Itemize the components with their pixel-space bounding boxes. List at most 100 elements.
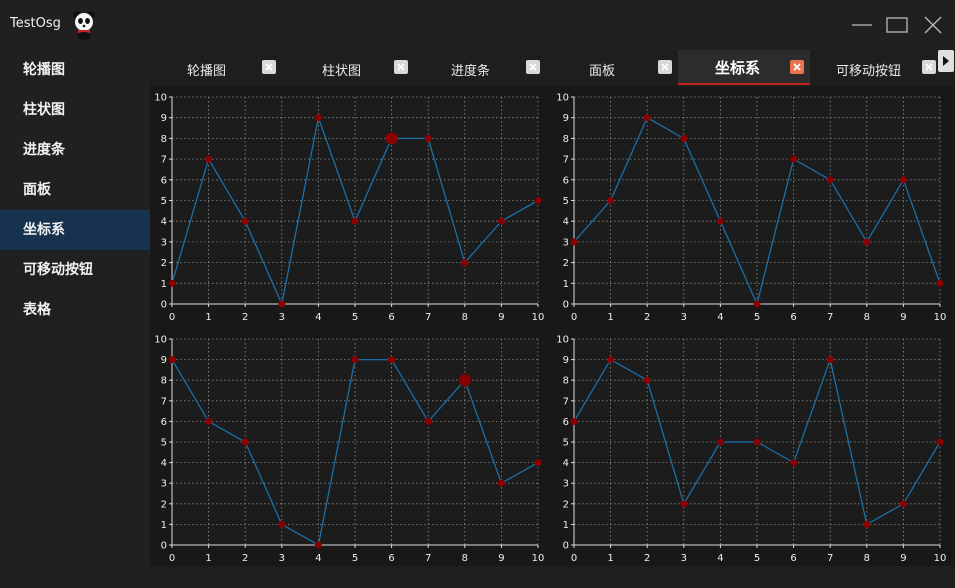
data-point xyxy=(607,356,615,364)
data-point xyxy=(716,438,724,446)
data-point xyxy=(680,134,688,142)
maximize-icon[interactable] xyxy=(886,14,908,36)
y-tick-label: 10 xyxy=(556,93,569,104)
x-tick-label: 8 xyxy=(864,312,870,323)
tab-label: 坐标系 xyxy=(715,59,761,77)
data-point xyxy=(351,217,359,225)
sidebar-item-panel[interactable]: 面板 xyxy=(0,170,150,210)
data-point xyxy=(790,459,798,467)
x-tick-label: 9 xyxy=(498,312,504,323)
x-tick-label: 10 xyxy=(532,312,545,323)
x-tick-label: 2 xyxy=(242,553,248,564)
data-point xyxy=(461,259,469,267)
close-icon[interactable] xyxy=(790,60,804,74)
data-point xyxy=(314,541,322,549)
data-point xyxy=(570,417,578,425)
minimize-icon[interactable] xyxy=(851,14,873,36)
x-tick-label: 2 xyxy=(644,553,650,564)
tab-bar: 轮播图 柱状图 进度条 面板 坐标系 可移动按钮 xyxy=(150,50,955,86)
tab-carousel[interactable]: 轮播图 xyxy=(150,50,282,83)
tab-movable-button[interactable]: 可移动按钮 xyxy=(810,50,936,83)
x-tick-label: 10 xyxy=(934,312,947,323)
plot-area xyxy=(172,97,538,304)
y-tick-label: 3 xyxy=(563,237,569,248)
y-tick-label: 0 xyxy=(563,300,569,311)
tab-label: 柱状图 xyxy=(322,64,362,79)
tab-label: 面板 xyxy=(589,64,616,79)
line-chart-4: 0 1 2 3 4 5 6 7 8 9 10 0 1 2 3 4 5 6 7 8 9 10 xyxy=(556,335,946,565)
plot-area xyxy=(574,97,940,304)
data-point xyxy=(205,155,213,163)
plot-area xyxy=(172,339,538,545)
y-tick-label: 6 xyxy=(161,417,167,428)
y-tick-label: 3 xyxy=(161,479,167,490)
close-icon[interactable] xyxy=(922,60,936,74)
line-chart-2: 0 1 2 3 4 5 6 7 8 9 10 0 1 2 3 4 5 6 7 8 9 10 xyxy=(556,93,946,324)
close-icon[interactable] xyxy=(262,60,276,74)
data-point xyxy=(388,356,396,364)
sidebar-item-progress-bar[interactable]: 进度条 xyxy=(0,130,150,170)
sidebar-item-table[interactable]: 表格 xyxy=(0,290,150,330)
x-tick-label: 9 xyxy=(900,553,906,564)
x-tick-label: 3 xyxy=(279,312,285,323)
y-tick-label: 8 xyxy=(161,376,167,387)
y-tick-label: 7 xyxy=(563,155,569,166)
data-point xyxy=(241,217,249,225)
y-tick-label: 2 xyxy=(161,499,167,510)
line-chart-1: 0 1 2 3 4 5 6 7 8 9 10 0 1 2 3 4 5 6 7 8 9 10 xyxy=(154,93,544,324)
data-point xyxy=(716,217,724,225)
sidebar-item-coordinate-system[interactable]: 坐标系 xyxy=(0,210,150,250)
x-tick-label: 8 xyxy=(462,553,468,564)
data-point xyxy=(643,114,651,122)
x-tick-label: 5 xyxy=(352,312,358,323)
data-point xyxy=(168,356,176,364)
data-point xyxy=(643,376,651,384)
x-tick-label: 2 xyxy=(644,312,650,323)
x-tick-label: 9 xyxy=(498,553,504,564)
data-point xyxy=(899,500,907,508)
x-tick-label: 7 xyxy=(827,553,833,564)
app-title: TestOsg xyxy=(10,16,61,31)
y-tick-label: 9 xyxy=(161,355,167,366)
x-tick-label: 4 xyxy=(717,312,723,323)
y-tick-label: 0 xyxy=(161,541,167,552)
x-tick-label: 10 xyxy=(532,553,545,564)
data-point xyxy=(607,197,615,204)
tab-scroll-right-button[interactable] xyxy=(938,50,954,72)
data-point xyxy=(241,438,249,446)
tab-bar-chart[interactable]: 柱状图 xyxy=(282,50,414,83)
sidebar-item-carousel[interactable]: 轮播图 xyxy=(0,50,150,90)
tab-panel[interactable]: 面板 xyxy=(546,50,678,83)
sidebar: 轮播图 柱状图 进度条 面板 坐标系 可移动按钮 表格 xyxy=(0,50,150,588)
close-icon[interactable] xyxy=(394,60,408,74)
close-icon[interactable] xyxy=(922,14,944,36)
y-tick-label: 9 xyxy=(563,355,569,366)
data-point xyxy=(278,300,286,308)
x-tick-label: 6 xyxy=(790,553,796,564)
close-icon[interactable] xyxy=(658,60,672,74)
y-tick-label: 7 xyxy=(161,396,167,407)
panda-logo-icon xyxy=(73,11,95,40)
data-point xyxy=(826,356,834,364)
title-bar: TestOsg xyxy=(0,0,955,50)
data-point xyxy=(278,520,286,528)
data-point xyxy=(168,279,176,287)
sidebar-item-movable-button[interactable]: 可移动按钮 xyxy=(0,250,150,290)
x-tick-label: 3 xyxy=(279,553,285,564)
tab-progress-bar[interactable]: 进度条 xyxy=(414,50,546,83)
close-icon[interactable] xyxy=(526,60,540,74)
sidebar-item-bar-chart[interactable]: 柱状图 xyxy=(0,90,150,130)
y-tick-label: 9 xyxy=(563,113,569,124)
data-point xyxy=(424,417,432,425)
y-tick-label: 10 xyxy=(154,93,167,104)
tab-label: 可移动按钮 xyxy=(836,64,902,79)
x-tick-label: 1 xyxy=(607,553,613,564)
tab-coordinate-system[interactable]: 坐标系 xyxy=(678,50,810,85)
y-tick-label: 4 xyxy=(161,217,167,228)
y-tick-label: 9 xyxy=(161,113,167,124)
x-tick-label: 5 xyxy=(754,553,760,564)
data-point xyxy=(534,459,542,467)
y-tick-label: 4 xyxy=(161,458,167,469)
y-tick-label: 5 xyxy=(161,196,167,207)
y-tick-label: 6 xyxy=(563,175,569,186)
